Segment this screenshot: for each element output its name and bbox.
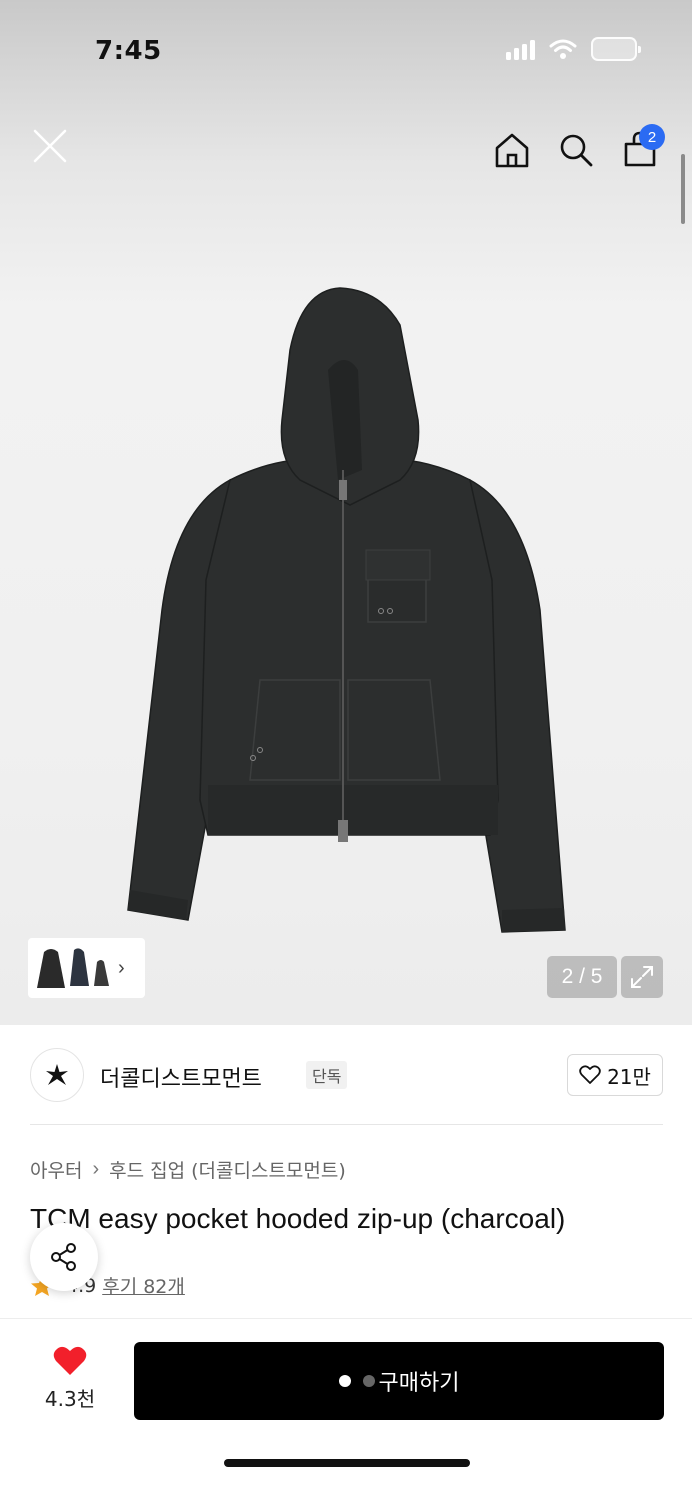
brand-like-count: 21만 — [607, 1064, 651, 1089]
heart-outline-icon — [579, 1065, 601, 1084]
breadcrumb-separator: › — [92, 1158, 100, 1180]
close-button[interactable] — [28, 124, 72, 168]
buy-button[interactable]: 구매하기 — [134, 1342, 664, 1420]
reviews-link[interactable]: 후기 82개 — [102, 1272, 185, 1299]
thumbnail-image-3 — [94, 960, 109, 986]
divider — [30, 1124, 663, 1125]
cellular-signal-icon — [506, 38, 535, 60]
loading-dots-icon — [338, 1375, 375, 1387]
expand-button[interactable] — [621, 956, 663, 998]
wishlist-button[interactable]: 4.3천 — [34, 1345, 106, 1412]
close-icon — [33, 129, 67, 163]
star-logo-icon — [46, 1064, 68, 1085]
product-photo — [127, 287, 566, 933]
breadcrumb-subcategory[interactable]: 후드 집업 (더콜디스트모먼트) — [109, 1156, 346, 1183]
heart-filled-icon — [53, 1346, 87, 1375]
thumbnail-strip[interactable]: › — [28, 938, 145, 998]
product-title: TCM easy pocket hooded zip-up (charcoal) — [30, 1203, 566, 1234]
image-counter: 2 / 5 — [547, 956, 617, 998]
thumbnail-image-2 — [70, 948, 89, 986]
brand-logo[interactable] — [30, 1048, 84, 1102]
brand-like-button[interactable]: 21만 — [567, 1054, 663, 1096]
status-icons — [506, 37, 641, 61]
cart-count-badge: 2 — [639, 124, 665, 150]
share-icon — [51, 1243, 76, 1271]
share-button[interactable] — [30, 1223, 98, 1291]
breadcrumb-category[interactable]: 아우터 — [30, 1156, 82, 1183]
search-icon — [560, 134, 593, 167]
product-image-gallery[interactable]: 7:45 2 › 2 / 5 — [0, 0, 692, 1025]
expand-icon — [631, 966, 653, 988]
scrollbar[interactable] — [681, 154, 685, 224]
wifi-icon — [549, 39, 577, 59]
bottom-action-bar: 4.3천 구매하기 — [0, 1318, 692, 1500]
cart-button[interactable]: 2 — [617, 124, 665, 172]
battery-icon — [591, 37, 641, 61]
home-button[interactable] — [490, 128, 534, 172]
search-button[interactable] — [554, 128, 598, 172]
exclusive-badge: 단독 — [306, 1061, 348, 1089]
brand-row: 더콜디스트모먼트 단독 21만 — [30, 1046, 663, 1104]
thumbnail-next-chevron: › — [118, 956, 125, 979]
home-indicator[interactable] — [224, 1459, 470, 1467]
home-icon — [495, 133, 529, 168]
breadcrumb: 아우터 › 후드 집업 (더콜디스트모먼트) — [30, 1156, 346, 1183]
brand-name[interactable]: 더콜디스트모먼트 — [100, 1061, 262, 1093]
status-time: 7:45 — [95, 36, 162, 66]
thumbnail-image-1 — [37, 949, 65, 988]
wishlist-count: 4.3천 — [44, 1387, 96, 1411]
buy-button-label: 구매하기 — [378, 1371, 460, 1396]
